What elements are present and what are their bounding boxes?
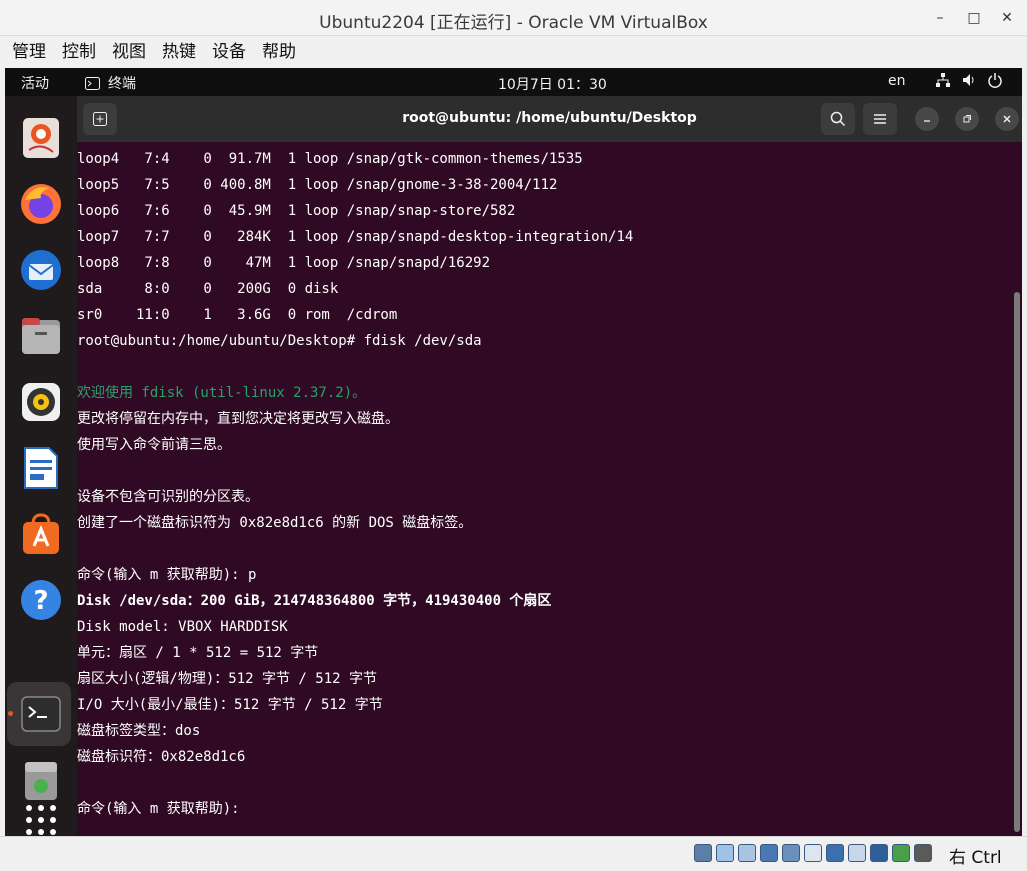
gnome-top-bar: 活动 终端 10月7日 01：30 en bbox=[5, 68, 1022, 96]
minimize-button[interactable]: – bbox=[923, 5, 957, 31]
host-key-label: 右 Ctrl bbox=[949, 848, 1002, 868]
maximize-button[interactable]: □ bbox=[957, 5, 991, 31]
rhythmbox-icon[interactable] bbox=[17, 378, 65, 426]
optical-drive-icon[interactable] bbox=[716, 844, 734, 862]
activities-button[interactable]: 活动 bbox=[21, 73, 49, 93]
minimize-icon bbox=[924, 120, 930, 122]
terminal-line: Disk model: VBOX HARDDISK bbox=[77, 619, 288, 635]
terminal-line: Disk /dev/sda：200 GiB，214748364800 字节，41… bbox=[77, 593, 552, 609]
vbox-menubar: 管理 控制 视图 热键 设备 帮助 bbox=[0, 36, 1027, 68]
window-title: Ubuntu2204 [正在运行] - Oracle VM VirtualBox bbox=[319, 13, 708, 33]
hard-disk-icon[interactable] bbox=[694, 844, 712, 862]
input-language[interactable]: en bbox=[888, 73, 906, 89]
app-menu[interactable]: 终端 bbox=[85, 73, 136, 93]
close-button[interactable]: ✕ bbox=[990, 5, 1024, 31]
menu-hotkeys[interactable]: 热键 bbox=[154, 36, 204, 68]
terminal-minimize-button[interactable] bbox=[915, 107, 939, 131]
terminal-line: loop6 7:6 0 45.9M 1 loop /snap/snap-stor… bbox=[77, 203, 516, 219]
volume-icon bbox=[963, 74, 974, 86]
power-icon bbox=[988, 73, 1002, 88]
firefox-icon[interactable] bbox=[17, 180, 65, 228]
libreoffice-writer-icon[interactable] bbox=[17, 444, 65, 492]
display-icon[interactable] bbox=[826, 844, 844, 862]
terminal-line: 磁盘标签类型：dos bbox=[77, 723, 201, 739]
network-adapter-icon[interactable] bbox=[760, 844, 778, 862]
terminal-headerbar: root@ubuntu: /home/ubuntu/Desktop bbox=[77, 96, 1022, 142]
terminal-line: 命令(输入 m 获取帮助): bbox=[77, 801, 249, 817]
restore-icon bbox=[963, 115, 971, 123]
terminal-restore-button[interactable] bbox=[955, 107, 979, 131]
terminal-scrollbar[interactable] bbox=[1014, 292, 1020, 832]
show-apps-icon[interactable] bbox=[17, 796, 65, 836]
vbox-titlebar: Ubuntu2204 [正在运行] - Oracle VM VirtualBox… bbox=[0, 0, 1027, 36]
cpu-icon[interactable] bbox=[870, 844, 888, 862]
terminal-output[interactable]: loop4 7:4 0 91.7M 1 loop /snap/gtk-commo… bbox=[77, 142, 1022, 836]
shared-folders-icon[interactable] bbox=[804, 844, 822, 862]
guest-display[interactable]: 活动 终端 10月7日 01：30 en ? root@ubuntu: /hom… bbox=[5, 68, 1022, 836]
mouse-integration-icon[interactable] bbox=[892, 844, 910, 862]
thunderbird-icon[interactable] bbox=[17, 246, 65, 294]
ubuntu-software-sig-icon[interactable] bbox=[17, 114, 65, 162]
terminal-line: 使用写入命令前请三思。 bbox=[77, 437, 231, 453]
help-icon[interactable]: ? bbox=[17, 576, 65, 624]
keyboard-icon[interactable] bbox=[914, 844, 932, 862]
search-icon bbox=[830, 111, 846, 127]
terminal-app-icon bbox=[85, 76, 100, 90]
search-button[interactable] bbox=[821, 103, 855, 135]
running-indicator bbox=[8, 711, 13, 716]
terminal-line: 磁盘标识符：0x82e8d1c6 bbox=[77, 749, 246, 765]
app-menu-label: 终端 bbox=[108, 76, 136, 92]
terminal-line: root@ubuntu:/home/ubuntu/Desktop# fdisk … bbox=[77, 333, 482, 349]
terminal-line: 创建了一个磁盘标识符为 0x82e8d1c6 的新 DOS 磁盘标签。 bbox=[77, 515, 473, 531]
hamburger-icon bbox=[874, 114, 886, 124]
terminal-line: 扇区大小(逻辑/物理)：512 字节 / 512 字节 bbox=[77, 671, 378, 687]
terminal-text: loop4 7:4 0 91.7M 1 loop /snap/gtk-commo… bbox=[77, 146, 1007, 822]
terminal-line: I/O 大小(最小/最佳)：512 字节 / 512 字节 bbox=[77, 697, 383, 713]
menu-button[interactable] bbox=[863, 103, 897, 135]
system-menu[interactable] bbox=[935, 72, 1003, 88]
app-center-icon[interactable] bbox=[17, 510, 65, 558]
video-capture-icon[interactable] bbox=[848, 844, 866, 862]
terminal-line: 单元：扇区 / 1 * 512 = 512 字节 bbox=[77, 645, 319, 661]
usb-icon[interactable] bbox=[782, 844, 800, 862]
audio-icon[interactable] bbox=[738, 844, 756, 862]
close-icon bbox=[1003, 115, 1011, 123]
terminal-line: loop7 7:7 0 284K 1 loop /snap/snapd-desk… bbox=[77, 229, 634, 245]
terminal-line: 更改将停留在内存中，直到您决定将更改写入磁盘。 bbox=[77, 411, 399, 427]
terminal-line: 命令(输入 m 获取帮助): p bbox=[77, 567, 257, 583]
terminal-icon[interactable] bbox=[17, 690, 65, 738]
menu-view[interactable]: 视图 bbox=[104, 36, 154, 68]
terminal-line: loop4 7:4 0 91.7M 1 loop /snap/gtk-commo… bbox=[77, 151, 583, 167]
terminal-line: loop5 7:5 0 400.8M 1 loop /snap/gnome-3-… bbox=[77, 177, 558, 193]
terminal-line: 设备不包含可识别的分区表。 bbox=[77, 489, 259, 505]
menu-manage[interactable]: 管理 bbox=[4, 36, 54, 68]
vbox-statusbar: 右 Ctrl bbox=[0, 836, 1027, 871]
files-icon[interactable] bbox=[17, 312, 65, 360]
terminal-close-button[interactable] bbox=[995, 107, 1019, 131]
clock[interactable]: 10月7日 01：30 bbox=[498, 74, 607, 94]
dock: ? bbox=[5, 96, 77, 836]
terminal-line: sda 8:0 0 200G 0 disk bbox=[77, 281, 339, 297]
terminal-line: 欢迎使用 fdisk (util-linux 2.37.2)。 bbox=[77, 385, 367, 401]
menu-devices[interactable]: 设备 bbox=[204, 36, 254, 68]
device-status-icons bbox=[694, 844, 932, 862]
menu-control[interactable]: 控制 bbox=[54, 36, 104, 68]
terminal-line: loop8 7:8 0 47M 1 loop /snap/snapd/16292 bbox=[77, 255, 491, 271]
network-icon bbox=[936, 73, 950, 87]
terminal-line: sr0 11:0 1 3.6G 0 rom /cdrom bbox=[77, 307, 398, 323]
menu-help[interactable]: 帮助 bbox=[254, 36, 304, 68]
svg-text:?: ? bbox=[33, 586, 48, 616]
